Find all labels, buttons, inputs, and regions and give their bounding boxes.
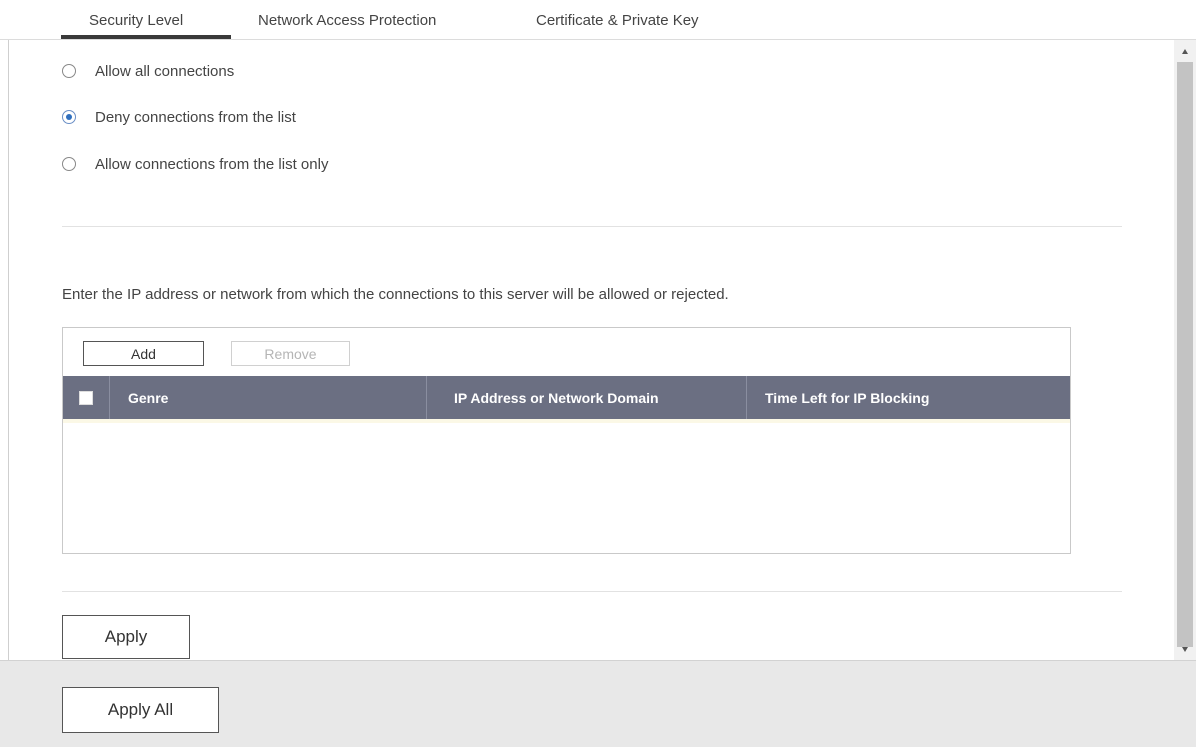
tab-bar: Security Level Network Access Protection… xyxy=(0,0,1196,40)
divider xyxy=(62,226,1122,227)
footer-bar: Apply All xyxy=(0,660,1196,747)
remove-button: Remove xyxy=(231,341,350,366)
radio-label: Allow all connections xyxy=(95,62,235,80)
column-header-ip-address[interactable]: IP Address or Network Domain xyxy=(427,376,747,419)
column-header-genre[interactable]: Genre xyxy=(110,376,427,419)
vertical-scrollbar[interactable] xyxy=(1174,40,1196,660)
radio-allow-from-list-only[interactable]: Allow connections from the list only xyxy=(62,153,328,175)
radio-label: Deny connections from the list xyxy=(95,108,296,126)
scrollbar-thumb[interactable] xyxy=(1177,62,1193,647)
apply-all-button[interactable]: Apply All xyxy=(62,687,219,733)
apply-button[interactable]: Apply xyxy=(62,615,190,659)
select-all-column xyxy=(63,376,110,419)
ip-list-description: Enter the IP address or network from whi… xyxy=(62,286,729,303)
radio-button[interactable] xyxy=(62,64,76,78)
divider xyxy=(62,591,1122,592)
radio-button[interactable] xyxy=(62,157,76,171)
ip-list-table: Add Remove Genre IP Address or Network D… xyxy=(62,327,1071,554)
panel-border xyxy=(8,40,9,660)
radio-allow-all[interactable]: Allow all connections xyxy=(62,60,234,82)
scroll-up-arrow-icon[interactable] xyxy=(1174,40,1196,62)
scroll-down-arrow-icon[interactable] xyxy=(1174,638,1196,660)
active-tab-indicator xyxy=(61,35,231,39)
radio-label: Allow connections from the list only xyxy=(95,155,329,173)
radio-deny-from-list[interactable]: Deny connections from the list xyxy=(62,106,296,128)
select-all-checkbox[interactable] xyxy=(79,390,93,405)
tab-certificate-private-key[interactable]: Certificate & Private Key xyxy=(536,12,699,29)
add-button[interactable]: Add xyxy=(83,341,204,366)
tab-security-level[interactable]: Security Level xyxy=(89,12,183,29)
tab-network-access-protection[interactable]: Network Access Protection xyxy=(258,12,436,29)
security-settings-panel: Security Level Network Access Protection… xyxy=(0,0,1196,747)
column-header-time-left[interactable]: Time Left for IP Blocking xyxy=(747,376,1070,419)
table-header: Genre IP Address or Network Domain Time … xyxy=(63,376,1070,419)
table-body xyxy=(63,419,1070,423)
radio-button-selected[interactable] xyxy=(62,110,76,124)
